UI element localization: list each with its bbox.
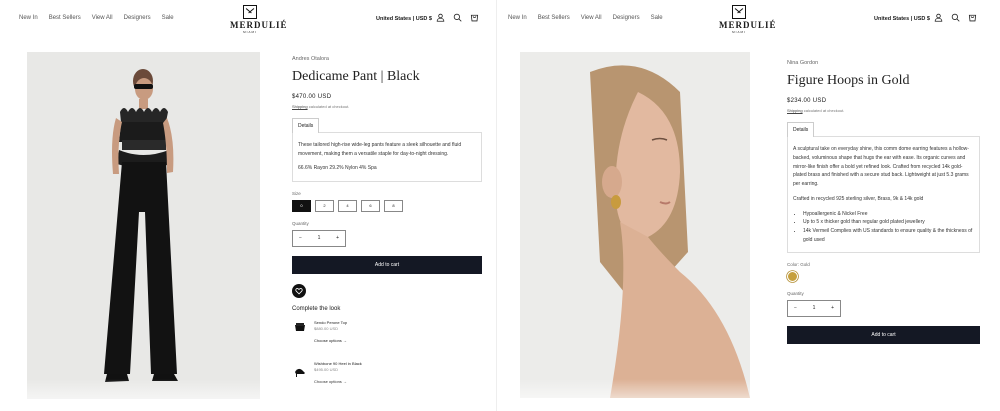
model-portrait-illustration — [520, 52, 750, 398]
size-option[interactable]: 6 — [361, 199, 380, 212]
product-image-hoops[interactable] — [520, 52, 750, 398]
nav-best-sellers[interactable]: Best Sellers — [538, 15, 570, 21]
feature-list: Hypoallergenic & Nickel Free Up to 5 x t… — [803, 210, 974, 245]
product-info: Andres Otalora Dedicame Pant | Black $47… — [292, 56, 482, 386]
tab-details[interactable]: Details — [292, 118, 320, 133]
quantity-value[interactable]: 1 — [318, 235, 321, 241]
size-option[interactable]: 8 — [384, 199, 403, 212]
quantity-label: Quantity — [787, 290, 804, 296]
size-label: Size — [292, 190, 301, 196]
bottom-fade — [497, 379, 994, 411]
size-option[interactable]: 4 — [338, 199, 357, 212]
nav-sale[interactable]: Sale — [651, 15, 663, 21]
main-nav: New In Best Sellers View All Designers S… — [508, 15, 663, 21]
logo-text: MERDULIÉ — [230, 20, 288, 30]
recommendation-price: $495.00 USD — [314, 367, 339, 373]
shipping-link[interactable]: Shipping — [787, 108, 803, 113]
feature-item: Hypoallergenic & Nickel Free — [803, 210, 974, 219]
nav-best-sellers[interactable]: Best Sellers — [49, 15, 81, 21]
feature-item: Up to 5 x thicker gold than regular gold… — [803, 218, 974, 227]
model-figure-illustration — [27, 52, 260, 399]
add-to-cart-button[interactable]: Add to cart — [787, 325, 980, 344]
quantity-stepper: − 1 + — [787, 299, 841, 317]
color-label: Color: Gold — [787, 261, 810, 267]
product-info: Nina Gordon Figure Hoops in Gold $234.00… — [787, 60, 980, 344]
plus-icon[interactable]: + — [831, 305, 834, 311]
account-icon[interactable] — [436, 13, 445, 22]
shipping-text: calculated at checkout. — [308, 104, 350, 109]
country-selector[interactable]: United States | USD $ — [874, 16, 930, 22]
logo-subtext: MIAMI — [243, 30, 257, 34]
quantity-stepper: − 1 + — [292, 229, 346, 247]
product-price: $470.00 USD — [292, 94, 332, 100]
quantity-value[interactable]: 1 — [813, 305, 816, 311]
product-image-pant[interactable] — [27, 52, 260, 399]
minus-icon[interactable]: − — [794, 305, 797, 311]
nav-view-all[interactable]: View All — [581, 15, 602, 21]
product-panel-left: New In Best Sellers View All Designers S… — [0, 0, 497, 411]
product-description: These tailored high-rise wide-leg pants … — [298, 142, 462, 157]
brand-logo[interactable]: MERDULIÉ MIAMI — [230, 5, 288, 34]
product-description: A sculptural take on everyday shine, thi… — [793, 146, 969, 187]
brand-logo[interactable]: MERDULIÉ MIAMI — [719, 5, 777, 34]
nav-designers[interactable]: Designers — [124, 15, 151, 21]
complete-the-look-heading: Complete the look — [292, 305, 341, 312]
nav-new-in[interactable]: New In — [19, 15, 38, 21]
country-selector[interactable]: United States | USD $ — [376, 16, 432, 22]
plus-icon[interactable]: + — [336, 235, 339, 241]
recommendation-price: $880.00 USD — [314, 325, 339, 331]
logo-mark-icon — [243, 5, 257, 19]
size-option[interactable]: 2 — [315, 199, 334, 212]
product-panel-right: New In Best Sellers View All Designers S… — [497, 0, 994, 411]
product-vendor[interactable]: Andres Otalora — [292, 56, 482, 62]
product-thumbnail[interactable] — [292, 320, 308, 336]
header-icons — [436, 13, 479, 22]
product-title: Dedicame Pant | Black — [292, 69, 420, 84]
logo-mark-icon — [732, 5, 746, 19]
nav-sale[interactable]: Sale — [162, 15, 174, 21]
size-options: 0 2 4 6 8 — [292, 199, 482, 212]
quantity-label: Quantity — [292, 220, 309, 226]
logo-subtext: MIAMI — [732, 30, 746, 34]
bottom-fade — [0, 379, 497, 411]
recommendation-item[interactable]: Sendo Perone Top $880.00 USD Choose opti… — [292, 320, 482, 345]
product-composition: 66.6% Rayon 29.2% Nylon 4% Spa — [298, 165, 377, 171]
shipping-text: calculated at checkout. — [803, 108, 845, 113]
shipping-note: Shipping calculated at checkout. — [787, 108, 980, 113]
recommendation-name[interactable]: Sendo Perone Top — [314, 320, 347, 326]
heart-icon — [295, 287, 303, 294]
search-icon[interactable] — [453, 13, 462, 22]
add-to-cart-button[interactable]: Add to cart — [292, 255, 482, 274]
account-icon[interactable] — [934, 13, 943, 22]
main-nav: New In Best Sellers View All Designers S… — [19, 15, 174, 21]
minus-icon[interactable]: − — [299, 235, 302, 241]
product-title: Figure Hoops in Gold — [787, 73, 910, 88]
choose-options-link[interactable]: Choose options → — [314, 338, 347, 344]
color-swatch-gold[interactable] — [787, 270, 798, 282]
product-vendor[interactable]: Nina Gordon — [787, 60, 980, 66]
product-thumbnail[interactable] — [292, 361, 308, 377]
tab-details[interactable]: Details — [787, 122, 815, 137]
arrow-right-icon: → — [342, 338, 347, 344]
nav-view-all[interactable]: View All — [92, 15, 113, 21]
product-materials: Crafted in recycled 925 sterling silver,… — [793, 195, 924, 202]
nav-designers[interactable]: Designers — [613, 15, 640, 21]
details-panel: These tailored high-rise wide-leg pants … — [292, 132, 482, 182]
shipping-link[interactable]: Shipping — [292, 104, 308, 109]
wishlist-button[interactable] — [292, 283, 306, 298]
product-price: $234.00 USD — [787, 98, 827, 104]
search-icon[interactable] — [951, 13, 960, 22]
feature-item: 14k Vermeil Complies with US standards t… — [803, 227, 974, 245]
nav-new-in[interactable]: New In — [508, 15, 527, 21]
details-panel: A sculptural take on everyday shine, thi… — [787, 136, 980, 253]
shipping-note: Shipping calculated at checkout. — [292, 104, 482, 109]
cart-icon[interactable] — [968, 13, 977, 22]
logo-text: MERDULIÉ — [719, 20, 777, 30]
cart-icon[interactable] — [470, 13, 479, 22]
header-icons — [934, 13, 977, 22]
size-option[interactable]: 0 — [292, 199, 311, 212]
